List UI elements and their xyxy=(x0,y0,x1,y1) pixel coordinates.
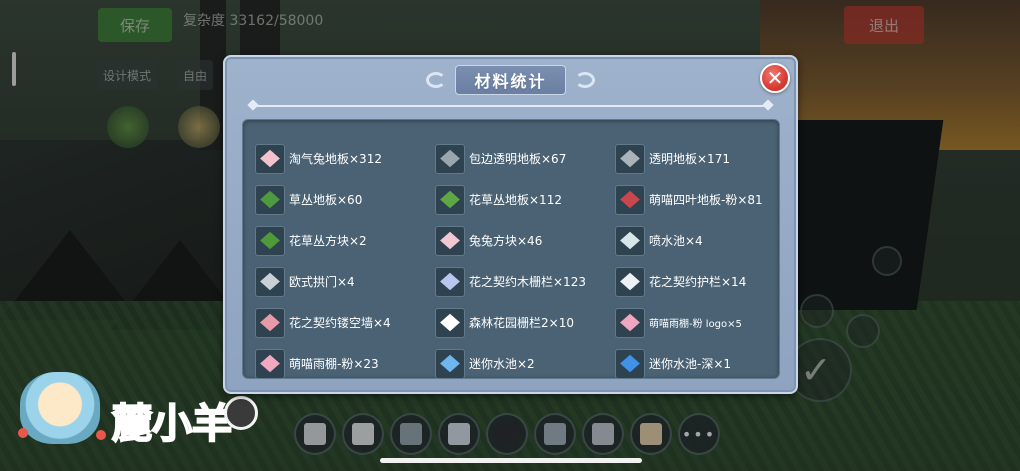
awning-pink-icon xyxy=(260,354,280,373)
material-item: 喷水池×4 xyxy=(615,220,785,261)
material-label: 兔兔方块×46 xyxy=(469,234,543,248)
material-icon-frame xyxy=(255,225,285,256)
material-label: 迷你水池-深×1 xyxy=(649,357,732,371)
material-icon-frame xyxy=(615,143,645,174)
gray-transparent-floor-icon xyxy=(440,149,460,168)
material-icon-frame xyxy=(435,266,465,297)
material-item: 萌喵四叶地板-粉×81 xyxy=(615,179,785,220)
material-item: 花之契约镂空墙×4 xyxy=(255,302,435,343)
dialog-header: 材料统计 xyxy=(225,65,796,95)
material-item: 花草丛方块×2 xyxy=(255,220,435,261)
material-label: 淘气兔地板×312 xyxy=(289,152,382,166)
material-stats-dialog: 材料统计 ✕ 淘气兔地板×312 包边透明地板×67 透明地板×171 草丛地板×60… xyxy=(223,55,798,394)
mini-pool-deep-icon xyxy=(620,354,640,373)
material-icon-frame xyxy=(255,348,285,379)
material-item: 花之契约木栅栏×123 xyxy=(435,261,615,302)
transparent-floor-icon xyxy=(620,149,640,168)
material-icon-frame xyxy=(615,266,645,297)
material-label: 透明地板×171 xyxy=(649,152,730,166)
material-label: 包边透明地板×67 xyxy=(469,152,567,166)
material-item: 花之契约护栏×14 xyxy=(615,261,785,302)
grass-floor-icon xyxy=(260,190,280,209)
material-item: 花草丛地板×112 xyxy=(435,179,615,220)
material-item: 欧式拱门×4 xyxy=(255,261,435,302)
material-label: 喷水池×4 xyxy=(649,234,703,248)
material-label: 花草丛方块×2 xyxy=(289,234,367,248)
material-item: 草丛地板×60 xyxy=(255,179,435,220)
hollow-wall-icon xyxy=(260,313,280,332)
material-icon-frame xyxy=(615,184,645,215)
material-label: 森林花园栅栏2×10 xyxy=(469,316,574,330)
flower-wood-fence-icon xyxy=(440,272,460,291)
materials-grid: 淘气兔地板×312 包边透明地板×67 透明地板×171 草丛地板×60 花草丛地板×1… xyxy=(255,138,769,379)
flower-icon xyxy=(96,430,106,440)
watermark-text: 麓小羊 xyxy=(111,401,233,447)
pink-floor-tile-icon xyxy=(260,149,280,168)
material-label: 花之契约护栏×14 xyxy=(649,275,747,289)
material-icon-frame xyxy=(435,348,465,379)
material-item: 萌喵雨棚-粉×23 xyxy=(255,343,435,384)
material-label: 花草丛地板×112 xyxy=(469,193,562,207)
dialog-title: 材料统计 xyxy=(455,65,566,95)
flower-icon xyxy=(18,428,28,438)
material-item: 迷你水池×2 xyxy=(435,343,615,384)
material-icon-frame xyxy=(255,266,285,297)
material-label: 花之契约木栅栏×123 xyxy=(469,275,586,289)
cat-mascot-icon xyxy=(20,372,100,444)
clover-floor-pink-icon xyxy=(620,190,640,209)
material-label: 欧式拱门×4 xyxy=(289,275,355,289)
title-divider xyxy=(255,105,766,107)
home-indicator[interactable] xyxy=(380,458,642,463)
material-icon-frame xyxy=(615,225,645,256)
flower-grass-block-icon xyxy=(260,231,280,250)
material-label: 萌喵四叶地板-粉×81 xyxy=(649,193,763,207)
materials-panel: 淘气兔地板×312 包边透明地板×67 透明地板×171 草丛地板×60 花草丛地板×1… xyxy=(242,119,780,379)
forest-garden-fence-icon xyxy=(440,313,460,332)
material-icon-frame xyxy=(435,307,465,338)
material-icon-frame xyxy=(255,307,285,338)
close-button[interactable]: ✕ xyxy=(760,63,790,93)
material-icon-frame xyxy=(255,184,285,215)
title-ornament-left-icon xyxy=(423,70,449,90)
material-icon-frame xyxy=(615,307,645,338)
material-item: 森林花园栅栏2×10 xyxy=(435,302,615,343)
bunny-block-icon xyxy=(440,231,460,250)
material-item: 兔兔方块×46 xyxy=(435,220,615,261)
material-label: 萌喵雨棚-粉 logo×5 xyxy=(649,319,742,330)
material-icon-frame xyxy=(435,184,465,215)
material-icon-frame xyxy=(255,143,285,174)
material-icon-frame xyxy=(435,143,465,174)
material-label: 萌喵雨棚-粉×23 xyxy=(289,357,379,371)
mini-pool-icon xyxy=(440,354,460,373)
material-item: 透明地板×171 xyxy=(615,138,785,179)
flower-grass-floor-icon xyxy=(440,190,460,209)
fountain-icon xyxy=(620,231,640,250)
material-item: 迷你水池-深×1 xyxy=(615,343,785,384)
material-item: 淘气兔地板×312 xyxy=(255,138,435,179)
flower-guardrail-icon xyxy=(620,272,640,291)
material-label: 迷你水池×2 xyxy=(469,357,535,371)
material-item: 萌喵雨棚-粉 logo×5 xyxy=(615,302,785,343)
material-item: 包边透明地板×67 xyxy=(435,138,615,179)
title-ornament-right-icon xyxy=(572,70,598,90)
material-label: 花之契约镂空墙×4 xyxy=(289,316,391,330)
awning-pink-logo-icon xyxy=(620,313,640,332)
material-label: 草丛地板×60 xyxy=(289,193,363,207)
paw-icon xyxy=(224,396,258,430)
material-icon-frame xyxy=(435,225,465,256)
european-arch-icon xyxy=(260,272,280,291)
material-icon-frame xyxy=(615,348,645,379)
